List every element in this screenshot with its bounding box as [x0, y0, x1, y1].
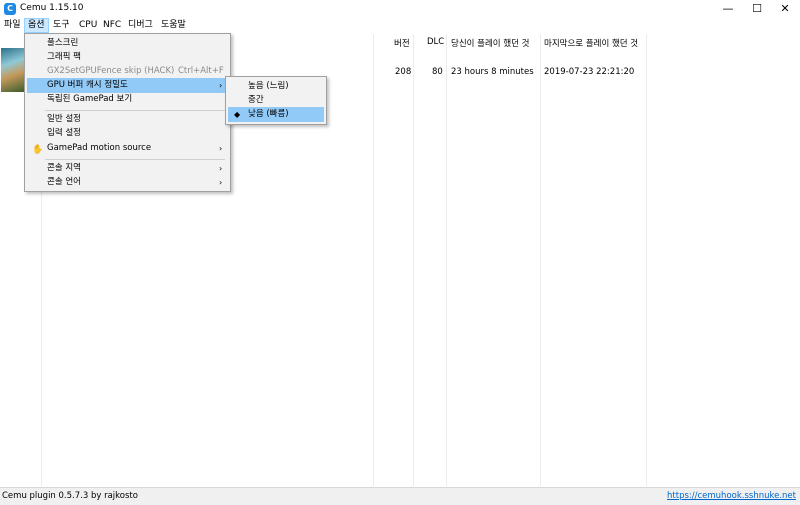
cemuhook-link[interactable]: https://cemuhook.sshnuke.net — [667, 491, 796, 501]
column-divider — [646, 34, 647, 486]
row-time-played: 23 hours 8 minutes — [451, 67, 534, 77]
header-last-played[interactable]: 마지막으로 플레이 했던 것 — [544, 37, 638, 49]
menu-item-label: 그래픽 팩 — [47, 52, 81, 62]
menu-item-general-settings[interactable]: 일반 설정 — [27, 112, 228, 127]
minimize-button[interactable]: — — [713, 0, 743, 18]
menu-item-label: 풀스크린 — [47, 38, 79, 48]
title-bar: C Cemu 1.15.10 — ☐ ✕ — [0, 0, 800, 18]
gpu-cache-submenu: 높음 (느림) 중간 ◆ 낮음 (빠름) — [225, 76, 327, 125]
menu-debug[interactable]: 디버그 — [125, 19, 156, 32]
row-dlc: 80 — [432, 67, 443, 77]
menu-item-input-settings[interactable]: 입력 설정 — [27, 126, 228, 141]
menu-item-label: 높음 (느림) — [248, 81, 289, 91]
chevron-right-icon: › — [219, 178, 223, 187]
plugin-status-text: Cemu plugin 0.5.7.3 by rajkosto — [2, 491, 138, 501]
submenu-item-high[interactable]: 높음 (느림) — [228, 79, 324, 94]
menu-item-separate-gamepad[interactable]: 독립된 GamePad 보기 — [27, 92, 228, 107]
menu-item-label: GPU 버퍼 캐시 정밀도 — [47, 80, 128, 90]
menu-item-label: 독립된 GamePad 보기 — [47, 94, 133, 104]
row-version: 208 — [395, 67, 412, 77]
menu-item-label: 입력 설정 — [47, 128, 81, 138]
menu-item-label: 낮음 (빠름) — [248, 109, 289, 119]
menu-cpu[interactable]: CPU — [76, 19, 100, 32]
menu-item-label: GX2SetGPUFence skip (HACK) — [47, 66, 175, 76]
menu-item-shortcut: Ctrl+Alt+F — [178, 66, 224, 76]
radio-check-icon: ◆ — [234, 110, 241, 119]
header-dlc[interactable]: DLC — [427, 37, 444, 47]
menu-item-console-language[interactable]: 콘솔 언어 › — [27, 175, 228, 190]
menu-item-graphic-packs[interactable]: 그래픽 팩 — [27, 50, 228, 65]
column-divider — [373, 34, 374, 486]
menu-item-label: 일반 설정 — [47, 114, 81, 124]
maximize-button[interactable]: ☐ — [742, 0, 772, 18]
chevron-right-icon: › — [219, 81, 223, 90]
chevron-right-icon: › — [219, 164, 223, 173]
status-bar: Cemu plugin 0.5.7.3 by rajkosto https://… — [0, 487, 800, 505]
menu-separator — [45, 159, 225, 160]
column-divider — [540, 34, 541, 486]
column-divider — [413, 34, 414, 486]
row-last-played: 2019-07-23 22:21:20 — [544, 67, 635, 77]
menu-item-console-region[interactable]: 콘솔 지역 › — [27, 161, 228, 176]
menu-tools[interactable]: 도구 — [50, 19, 73, 32]
menu-help[interactable]: 도움말 — [158, 19, 189, 32]
options-dropdown: 풀스크린 그래픽 팩 GX2SetGPUFence skip (HACK) Ct… — [24, 33, 231, 192]
menu-item-gpufence-hack[interactable]: GX2SetGPUFence skip (HACK) Ctrl+Alt+F — [27, 64, 228, 79]
menu-separator — [45, 110, 225, 111]
menu-options[interactable]: 옵션 — [24, 18, 49, 33]
menu-item-gamepad-motion[interactable]: ✋ GamePad motion source › — [27, 141, 228, 156]
column-divider — [446, 34, 447, 486]
gamepad-icon: ✋ — [32, 145, 44, 155]
game-thumbnail[interactable] — [1, 48, 25, 92]
menu-item-gpu-buffer-cache[interactable]: GPU 버퍼 캐시 정밀도 › — [27, 78, 228, 93]
menu-file[interactable]: 파일 — [1, 19, 24, 32]
cemu-app-icon: C — [4, 3, 16, 15]
menu-nfc[interactable]: NFC — [100, 19, 124, 32]
submenu-item-low[interactable]: ◆ 낮음 (빠름) — [228, 107, 324, 122]
menu-bar: 파일 옵션 도구 CPU NFC 디버그 도움말 — [0, 18, 800, 33]
header-version[interactable]: 버전 — [394, 37, 410, 49]
header-time-played[interactable]: 당신이 플레이 했던 것 — [451, 37, 530, 49]
menu-item-label: GamePad motion source — [47, 143, 152, 153]
close-button[interactable]: ✕ — [770, 0, 800, 18]
window-title: Cemu 1.15.10 — [20, 3, 84, 13]
menu-item-fullscreen[interactable]: 풀스크린 — [27, 36, 228, 51]
menu-item-label: 콘솔 지역 — [47, 163, 81, 173]
submenu-item-medium[interactable]: 중간 — [228, 93, 324, 108]
chevron-right-icon: › — [219, 144, 223, 153]
menu-item-label: 콘솔 언어 — [47, 177, 81, 187]
menu-item-label: 중간 — [248, 95, 264, 105]
